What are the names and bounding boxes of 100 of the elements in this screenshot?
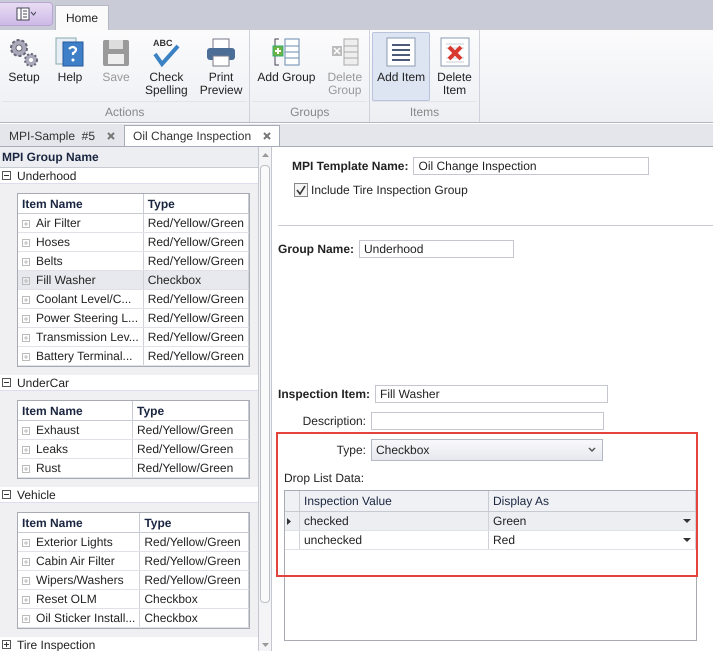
field-label: Type: [336, 443, 366, 457]
ribbon-button[interactable]: Add Item [372, 32, 430, 101]
group-name: Tire Inspection [17, 638, 96, 651]
group-row[interactable]: UnderCar [0, 375, 258, 391]
table-cell[interactable]: Checkbox [140, 590, 248, 608]
group-row[interactable]: Underhood [0, 168, 258, 184]
description-field[interactable] [371, 412, 604, 430]
expand-icon[interactable] [2, 640, 11, 649]
ribbon-button[interactable]: Print Preview [194, 32, 248, 101]
list-icon [386, 38, 416, 66]
checkbox-label: Include Tire Inspection Group [311, 183, 468, 197]
field-label: Drop List Data: [284, 471, 366, 485]
table-cell[interactable]: Fill Washer [18, 270, 144, 290]
ribbon-group-label: Groups [252, 101, 368, 123]
table-cell[interactable]: Red [488, 530, 696, 550]
table-cell[interactable]: Red/Yellow/Green [143, 308, 248, 328]
checkmark-icon [154, 44, 180, 68]
column-header: Inspection Value [300, 491, 488, 512]
panel-menu-icon [16, 7, 36, 21]
column-header: Display As [488, 491, 696, 512]
group-name: Vehicle [17, 488, 56, 502]
template-name-field[interactable]: Oil Change Inspection [413, 157, 650, 175]
document-tab[interactable]: Oil Change Inspection [124, 125, 280, 146]
checkbox[interactable] [294, 183, 308, 197]
table-cell[interactable]: checked [300, 512, 488, 530]
table-cell[interactable]: Oil Sticker Install... [18, 608, 140, 628]
table-cell[interactable]: Coolant Level/C... [18, 290, 144, 308]
collapse-icon[interactable] [2, 171, 11, 180]
column-header: Item Name [18, 513, 140, 532]
scroll-down-icon[interactable] [262, 643, 268, 647]
close-icon[interactable] [263, 132, 272, 140]
ribbon-button[interactable]: Help [48, 32, 92, 101]
table-cell[interactable]: Power Steering L... [18, 308, 144, 328]
field-label: Description: [302, 414, 366, 428]
group-name: Underhood [17, 168, 76, 182]
table-cell[interactable]: Red/Yellow/Green [132, 440, 248, 458]
table-cell[interactable]: Wipers/Washers [18, 570, 140, 590]
column-header: Type [132, 401, 248, 420]
table-cell[interactable]: Checkbox [140, 608, 248, 628]
column-header: Type [143, 194, 248, 214]
group-row[interactable]: Tire Inspection [0, 637, 258, 651]
field-label: MPI Template Name: [292, 159, 408, 173]
row-pointer-icon [287, 518, 291, 525]
scrollbar[interactable] [259, 147, 272, 651]
table-cell[interactable]: Checkbox [143, 270, 248, 290]
document-tab[interactable]: MPI-Sample #5 [0, 125, 124, 146]
table-cell[interactable]: Red/Yellow/Green [143, 346, 248, 366]
table-cell[interactable]: Leaks [18, 440, 132, 458]
collapse-icon[interactable] [2, 378, 11, 387]
table-cell[interactable]: Reset OLM [18, 590, 140, 608]
column-header: Item Name [18, 194, 144, 214]
collapse-icon[interactable] [2, 490, 11, 499]
delete-item-icon [440, 38, 469, 66]
ribbon-button[interactable]: Add Group [252, 32, 320, 101]
ribbon-group-label: Actions [2, 101, 248, 123]
icon-caption: ABC [153, 38, 173, 48]
table-cell[interactable]: Red/Yellow/Green [143, 214, 248, 232]
table-cell[interactable]: Exhaust [18, 420, 132, 440]
app-menu-button[interactable] [0, 2, 53, 26]
ribbon-button[interactable]: Delete Item [432, 32, 477, 101]
dropdown-arrow-icon[interactable] [683, 538, 691, 542]
scroll-up-icon[interactable] [262, 153, 268, 157]
printer-icon [207, 38, 236, 66]
gear-icon [10, 39, 38, 67]
table-cell[interactable]: Cabin Air Filter [18, 552, 140, 570]
table-cell[interactable]: Red/Yellow/Green [143, 328, 248, 346]
table-cell[interactable]: Red/Yellow/Green [143, 290, 248, 308]
table-cell[interactable]: Battery Terminal... [18, 346, 144, 366]
table-cell[interactable]: Air Filter [18, 214, 144, 232]
table-cell[interactable]: Exterior Lights [18, 532, 140, 552]
inspection-item-field[interactable]: Fill Washer [375, 385, 608, 403]
field-label: Inspection Item: [278, 387, 370, 401]
close-icon[interactable] [107, 132, 116, 140]
field-label: Group Name: [278, 242, 354, 256]
dropdown-arrow-icon[interactable] [683, 519, 691, 523]
ribbon-button[interactable]: Setup [2, 32, 46, 101]
table-cell[interactable]: Red/Yellow/Green [132, 458, 248, 478]
table-cell[interactable]: Green [488, 512, 696, 530]
type-dropdown[interactable]: Checkbox [371, 439, 603, 461]
column-header: MPI Group Name [0, 147, 258, 168]
ribbon-tab[interactable]: Home [55, 5, 110, 30]
chevron-down-icon [588, 447, 596, 453]
help-icon [56, 38, 84, 66]
table-cell[interactable]: Red/Yellow/Green [140, 532, 248, 552]
table-cell[interactable]: Rust [18, 458, 132, 478]
group-name-field[interactable]: Underhood [359, 240, 514, 258]
table-cell[interactable]: Red/Yellow/Green [140, 552, 248, 570]
table-cell[interactable]: Red/Yellow/Green [143, 232, 248, 252]
table-cell[interactable]: Red/Yellow/Green [132, 420, 248, 440]
group-row[interactable]: Vehicle [0, 487, 258, 503]
table-cell[interactable]: Red/Yellow/Green [140, 570, 248, 590]
column-header: Type [140, 513, 248, 532]
add-group-icon [272, 38, 300, 66]
table-cell[interactable]: Hoses [18, 232, 144, 252]
table-cell[interactable]: Transmission Lev... [18, 328, 144, 346]
ribbon-button[interactable]: ABC Check Spelling [140, 32, 193, 101]
table-cell[interactable]: unchecked [300, 530, 488, 550]
delete-group-icon [332, 38, 358, 66]
ribbon-group-label: Items [372, 101, 477, 123]
column-header: Item Name [18, 401, 132, 420]
